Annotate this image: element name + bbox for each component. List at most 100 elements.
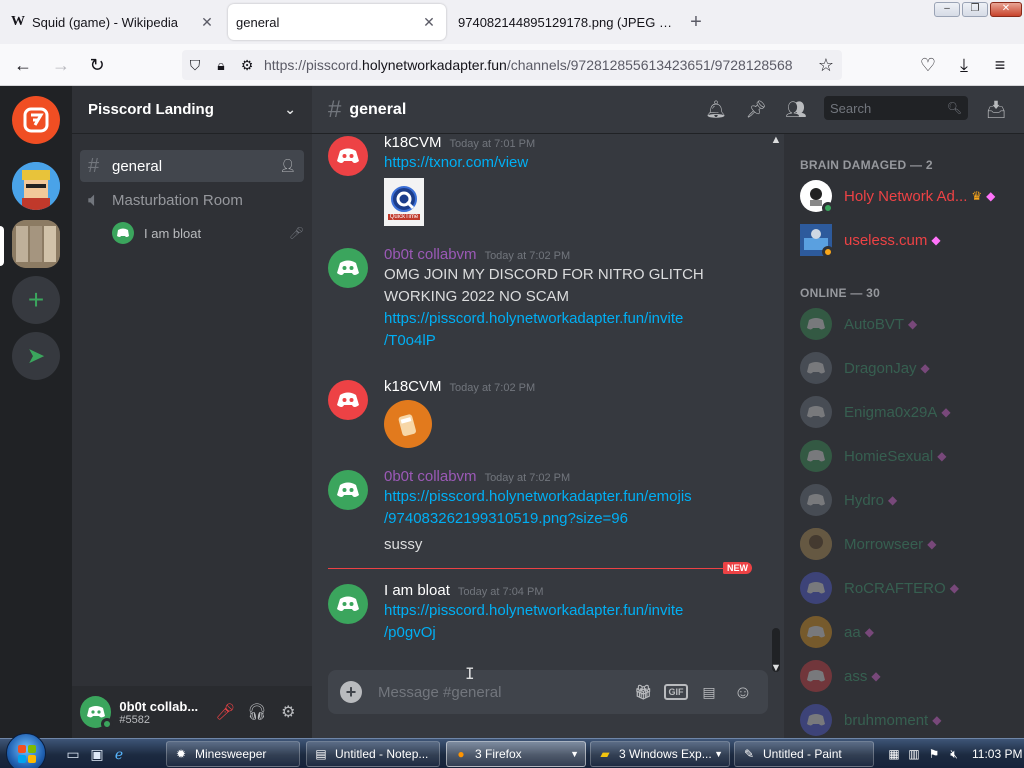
close-icon[interactable]: ✕ bbox=[420, 14, 438, 31]
message-author[interactable]: k18CVM bbox=[384, 134, 442, 151]
invite-icon[interactable]: 👤︎ bbox=[279, 158, 296, 174]
message-link[interactable]: https://pisscord.holynetworkadapter.fun/… bbox=[384, 600, 768, 622]
server-list: + ➤ bbox=[0, 86, 72, 738]
pin-icon[interactable]: 📌︎ bbox=[744, 98, 768, 122]
flag-icon[interactable]: ⚑ bbox=[926, 747, 942, 761]
member-bruhmoment[interactable]: bruhmoment ◆ bbox=[800, 700, 1020, 738]
show-desktop-icon[interactable]: ▭ bbox=[64, 745, 82, 763]
tab-image[interactable]: 974082144895129178.png (JPEG Ima bbox=[450, 4, 680, 40]
gif-button[interactable]: GIF bbox=[664, 684, 688, 700]
url-bar[interactable]: ⛉ 🔒︎ ⚙︎ https://pisscord.holynetworkadap… bbox=[182, 50, 842, 80]
member-hydro[interactable]: Hydro ◆ bbox=[800, 480, 1020, 520]
url-text[interactable]: https://pisscord.holynetworkadapter.fun/… bbox=[260, 57, 842, 73]
server-pisscord-landing[interactable] bbox=[12, 220, 60, 268]
minimize-button[interactable]: – bbox=[934, 2, 960, 17]
quicktime-attachment[interactable]: QuickTime bbox=[384, 178, 424, 226]
inbox-icon[interactable]: 📥︎ bbox=[984, 98, 1008, 122]
ie-icon[interactable]: ℯ bbox=[110, 745, 128, 763]
message-link[interactable]: /T0o4lP bbox=[384, 330, 768, 352]
network-icon[interactable]: ▥ bbox=[906, 747, 922, 761]
gift-icon[interactable]: 🎁︎ bbox=[630, 679, 656, 705]
explore-servers-icon[interactable]: ➤ bbox=[12, 332, 60, 380]
tab-wikipedia[interactable]: W Squid (game) - Wikipedia ✕ bbox=[2, 4, 224, 40]
home-server-icon[interactable] bbox=[12, 96, 60, 144]
tab-general[interactable]: general ✕ bbox=[228, 4, 446, 40]
forward-button[interactable]: → bbox=[48, 52, 74, 78]
permissions-icon[interactable]: ⚙︎ bbox=[234, 57, 260, 74]
channel-general[interactable]: # general 👤︎ bbox=[80, 150, 304, 182]
message-input[interactable]: Message #general bbox=[378, 684, 622, 701]
message-link[interactable]: /974083262199310519.png?size=96 bbox=[384, 508, 768, 530]
member-ass[interactable]: ass ◆ bbox=[800, 656, 1020, 696]
new-tab-button[interactable]: + bbox=[686, 10, 706, 34]
back-button[interactable]: ← bbox=[10, 52, 36, 78]
message-author[interactable]: k18CVM bbox=[384, 378, 442, 395]
scroll-up-icon[interactable]: ▲ bbox=[768, 134, 784, 146]
message-author[interactable]: I am bloat bbox=[384, 582, 450, 599]
add-server-button[interactable]: + bbox=[12, 276, 60, 324]
sticker-icon[interactable]: ▤ bbox=[696, 679, 722, 705]
voice-user[interactable]: I am bloat 🎤︎ bbox=[112, 220, 304, 246]
emoji-attachment[interactable] bbox=[384, 400, 432, 448]
channel-masturbation-room[interactable]: 🔈︎ Masturbation Room bbox=[80, 184, 304, 216]
discord-avatar-icon[interactable] bbox=[328, 470, 368, 510]
task-label: 3 Windows Exp... bbox=[619, 747, 712, 761]
close-window-button[interactable]: ✕ bbox=[990, 2, 1022, 17]
member-homiesexual[interactable]: HomieSexual ◆ bbox=[800, 436, 1020, 476]
dropdown-arrow-icon: ▼ bbox=[714, 749, 723, 759]
message-link[interactable]: /p0gvOj bbox=[384, 622, 768, 644]
windows-taskbar: ▭ ▣ ℯ ✹ Minesweeper ▤ Untitled - Notep..… bbox=[0, 733, 1024, 768]
task-firefox[interactable]: ● 3 Firefox ▼ bbox=[446, 741, 586, 767]
tray-app-icon[interactable]: ▦ bbox=[886, 747, 902, 761]
message-author[interactable]: 0b0t collabvm bbox=[384, 246, 477, 263]
message-author[interactable]: 0b0t collabvm bbox=[384, 468, 477, 485]
message-link[interactable]: https://txnor.com/view bbox=[384, 152, 768, 174]
member-dragonjay[interactable]: DragonJay ◆ bbox=[800, 348, 1020, 388]
explorer-quicklaunch-icon[interactable]: ▣ bbox=[88, 745, 106, 763]
headphones-icon[interactable]: 🎧︎ bbox=[241, 696, 272, 728]
search-input[interactable]: Search 🔍︎ bbox=[824, 96, 968, 120]
user-info[interactable]: 0b0t collab... #5582 bbox=[119, 699, 209, 726]
attach-plus-button[interactable]: + bbox=[340, 681, 362, 703]
member-autobvt[interactable]: AutoBVT ◆ bbox=[800, 304, 1020, 344]
guild-header[interactable]: Pisscord Landing ⌄ bbox=[72, 86, 312, 134]
notification-bell-icon[interactable]: 🔔︎ bbox=[704, 98, 728, 122]
emoji-icon[interactable]: ☺ bbox=[730, 679, 756, 705]
clock[interactable]: 11:03 PM bbox=[972, 747, 1022, 761]
task-windows-explorer[interactable]: ▰ 3 Windows Exp... ▼ bbox=[590, 741, 730, 767]
discord-avatar-icon[interactable] bbox=[328, 584, 368, 624]
discord-avatar-icon[interactable] bbox=[328, 136, 368, 176]
scroll-down-icon[interactable]: ▼ bbox=[768, 662, 784, 674]
member-aa[interactable]: aa ◆ bbox=[800, 612, 1020, 652]
message-link[interactable]: https://pisscord.holynetworkadapter.fun/… bbox=[384, 308, 768, 330]
message-link[interactable]: https://pisscord.holynetworkadapter.fun/… bbox=[384, 486, 768, 508]
member-name: ass bbox=[844, 667, 868, 685]
discord-avatar-icon[interactable] bbox=[328, 248, 368, 288]
pocket-icon[interactable]: ♡ bbox=[915, 52, 941, 78]
settings-gear-icon[interactable]: ⚙ bbox=[273, 696, 304, 728]
member-holy-network-adapter[interactable]: Holy Network Ad... ♛ ◆ bbox=[800, 176, 1020, 216]
message-scrollbar[interactable]: ▲ ▼ bbox=[768, 134, 784, 676]
user-avatar[interactable] bbox=[80, 696, 114, 730]
volume-icon[interactable]: 🔇︎ bbox=[946, 747, 962, 762]
member-useless-cum[interactable]: useless.cum ◆ bbox=[800, 220, 1020, 260]
task-paint[interactable]: ✎ Untitled - Paint bbox=[734, 741, 874, 767]
restore-button[interactable]: ❐ bbox=[962, 2, 988, 17]
member-morrowseer[interactable]: Morrowseer ◆ bbox=[800, 524, 1020, 564]
close-icon[interactable]: ✕ bbox=[198, 14, 216, 31]
task-minesweeper[interactable]: ✹ Minesweeper bbox=[166, 741, 300, 767]
menu-icon[interactable]: ≡ bbox=[987, 52, 1013, 78]
bookmark-star-icon[interactable]: ☆ bbox=[813, 52, 839, 78]
discord-avatar-icon[interactable] bbox=[328, 380, 368, 420]
mute-mic-icon[interactable]: 🎤︎ bbox=[210, 696, 241, 728]
shield-icon[interactable]: ⛉ bbox=[182, 57, 208, 74]
start-button[interactable] bbox=[6, 733, 46, 768]
server-avatar-character[interactable] bbox=[12, 162, 60, 210]
member-list-icon[interactable]: 👥︎ bbox=[784, 98, 808, 122]
lock-icon[interactable]: 🔒︎ bbox=[208, 57, 234, 74]
downloads-icon[interactable]: ⤓ bbox=[951, 52, 977, 78]
task-notepad[interactable]: ▤ Untitled - Notep... bbox=[306, 741, 440, 767]
reload-button[interactable]: ↻ bbox=[84, 52, 110, 78]
member-rocraftero[interactable]: RoCRAFTERO ◆ bbox=[800, 568, 1020, 608]
member-enigma0x29a[interactable]: Enigma0x29A ◆ bbox=[800, 392, 1020, 432]
